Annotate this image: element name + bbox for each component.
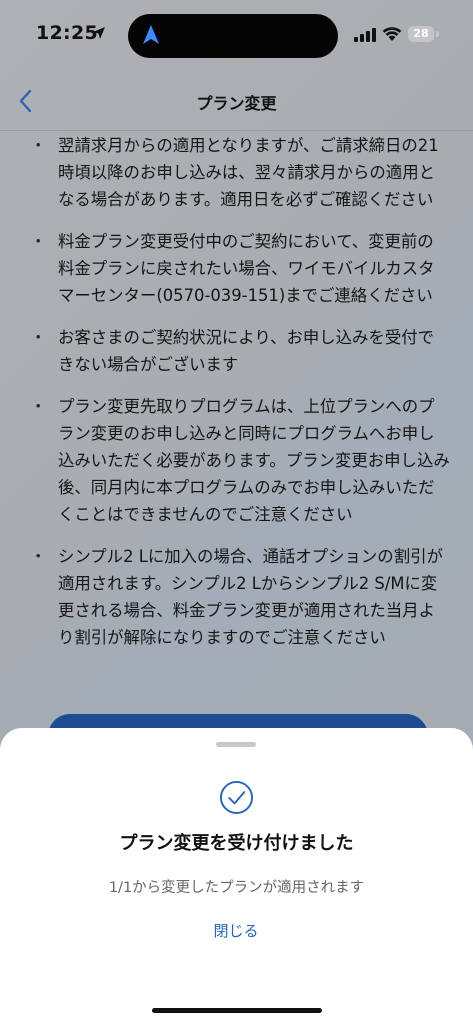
page-title: プラン変更	[196, 94, 277, 113]
dynamic-island	[128, 14, 338, 58]
status-time: 12:25	[36, 22, 98, 44]
notes-list: ・ 翌請求月からの適用となりますが、ご請求締日の21時頃以降のお申し込みは、翌々…	[30, 132, 450, 666]
bottom-sheet: プラン変更を受け付けました 1/1から変更したプランが適用されます 閉じる	[0, 728, 473, 1024]
battery-cap	[436, 31, 439, 37]
sheet-grabber[interactable]	[216, 742, 256, 747]
note-text: 料金プラン変更受付中のご契約において、変更前の料金プランに戻されたい場合、ワイモ…	[58, 232, 435, 305]
note-item: ・ 翌請求月からの適用となりますが、ご請求締日の21時頃以降のお申し込みは、翌々…	[30, 132, 450, 213]
sheet-title: プラン変更を受け付けました	[119, 833, 354, 854]
note-item: ・ お客さまのご契約状況により、お申し込みを受付できない場合がございます	[30, 324, 450, 378]
note-item: ・ シンプル2 Lに加入の場合、通話オプションの割引が適用されます。シンプル2 …	[30, 543, 450, 651]
note-text: シンプル2 Lに加入の場合、通話オプションの割引が適用されます。シンプル2 Lか…	[58, 547, 443, 647]
bullet: ・	[30, 232, 47, 251]
bullet: ・	[30, 136, 47, 155]
nav-bar: プラン変更	[0, 72, 473, 131]
navigation-arrow-icon	[143, 25, 159, 44]
bullet: ・	[30, 328, 47, 347]
bullet: ・	[30, 397, 47, 416]
close-button[interactable]: 閉じる	[186, 920, 286, 941]
wifi-icon	[382, 27, 402, 41]
battery-indicator: 28	[408, 26, 434, 42]
status-bar: 12:25 28	[0, 0, 473, 70]
note-item: ・ プラン変更先取りプログラムは、上位プランへのプラン変更のお申し込みと同時にプ…	[30, 393, 450, 528]
sheet-message: 1/1から変更したプランが適用されます	[108, 880, 365, 896]
bullet: ・	[30, 547, 47, 566]
note-item: ・ 料金プラン変更受付中のご契約において、変更前の料金プランに戻されたい場合、ワ…	[30, 228, 450, 309]
note-text: プラン変更先取りプログラムは、上位プランへのプラン変更のお申し込みと同時にプログ…	[58, 397, 450, 524]
home-indicator	[152, 1008, 322, 1013]
location-arrow-icon	[93, 27, 105, 39]
note-text: お客さまのご契約状況により、お申し込みを受付できない場合がございます	[58, 328, 434, 374]
check-circle-icon	[219, 780, 254, 815]
note-text: 翌請求月からの適用となりますが、ご請求締日の21時頃以降のお申し込みは、翌々請求…	[58, 136, 439, 209]
cellular-signal-icon	[354, 28, 376, 42]
